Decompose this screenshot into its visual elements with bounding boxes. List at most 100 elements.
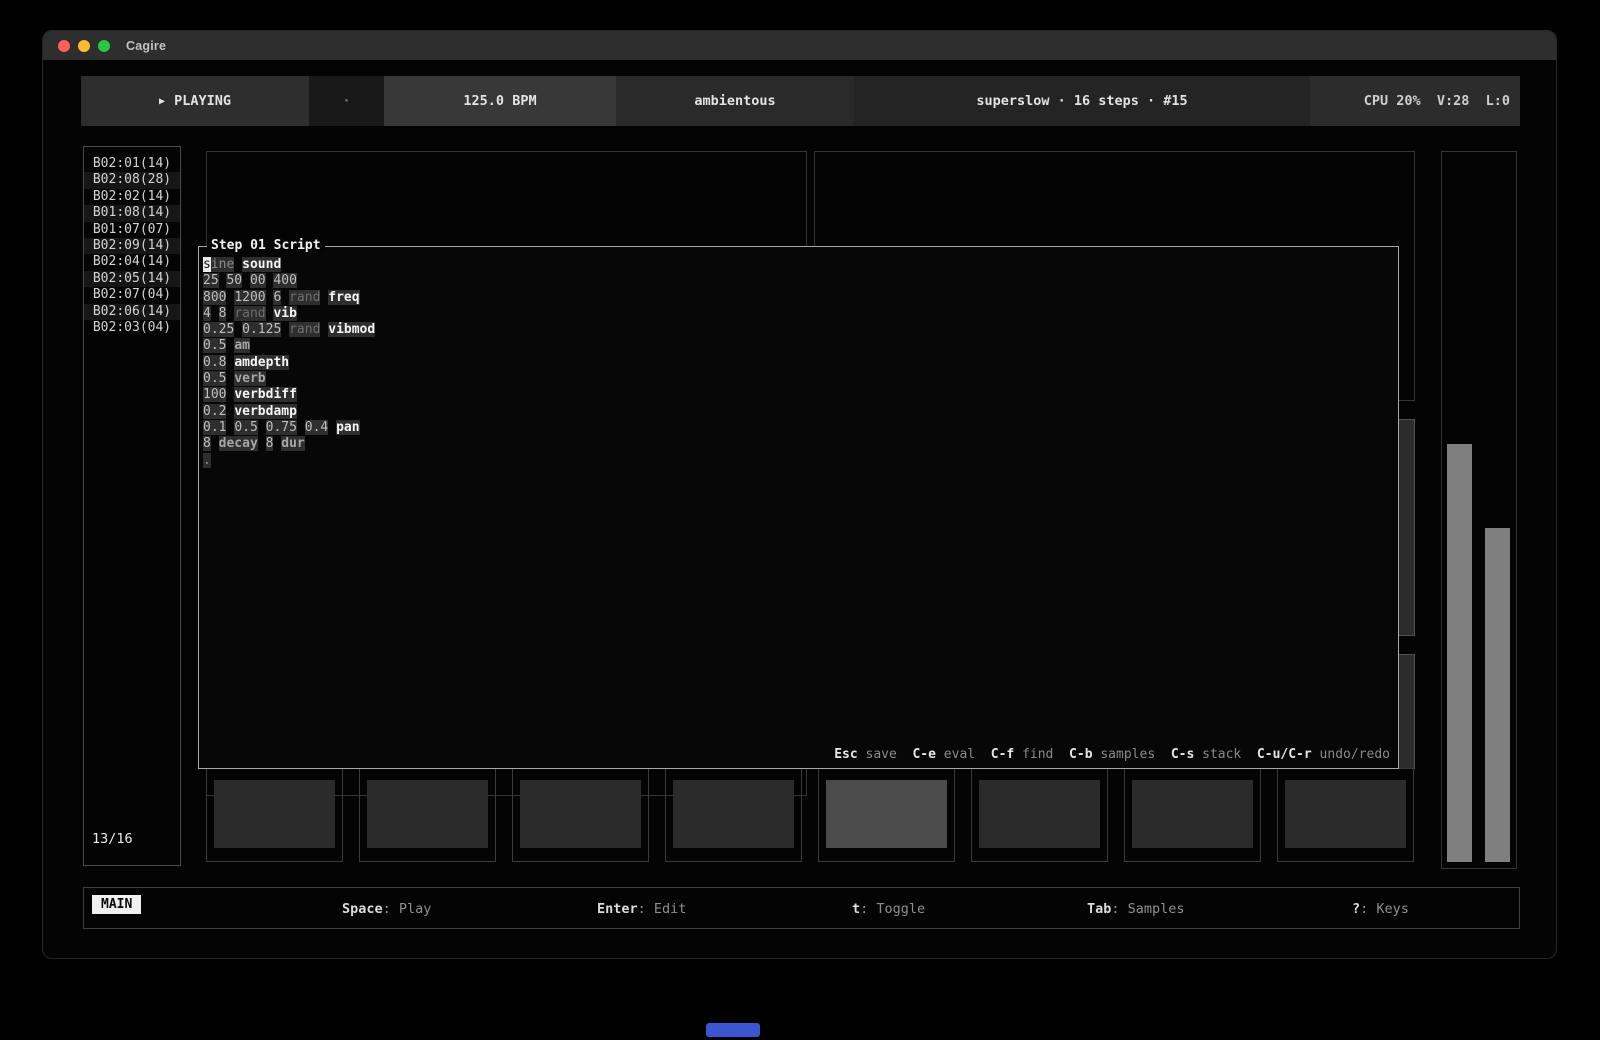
script-token: verbdiff [234, 387, 297, 402]
bpm-display[interactable]: 125.0 BPM [384, 76, 616, 126]
zoom-button-icon[interactable] [98, 40, 110, 52]
title-bar[interactable]: Cagire [43, 31, 1556, 60]
bottom-keybind-edit: Enter: Edit [597, 901, 686, 917]
script-token: . [203, 453, 211, 468]
help-key: C-u/C-r [1257, 747, 1312, 762]
script-token: 8 [203, 436, 211, 451]
script-token: 800 [203, 290, 226, 305]
sample-list-item[interactable]: B02:02(14) [84, 189, 180, 205]
metronome-dot: · [309, 76, 384, 126]
editor-keybind-help: Esc save C-e eval C-f find C-b samples C… [834, 747, 1390, 762]
script-token: 25 [203, 273, 219, 288]
script-token: verbdamp [234, 404, 297, 419]
window-title: Cagire [126, 39, 166, 53]
sample-list-item[interactable]: B02:04(14) [84, 254, 180, 270]
step-position-label: 13/16 [92, 831, 133, 847]
level-meter-bar-right [1485, 528, 1510, 862]
script-token: 6 [273, 290, 281, 305]
step-cell[interactable] [512, 768, 649, 862]
pattern-display[interactable]: superslow · 16 steps · #15 [854, 76, 1310, 126]
script-token: 50 [226, 273, 242, 288]
minimize-button-icon[interactable] [78, 40, 90, 52]
script-token: freq [328, 290, 359, 305]
editor-title: Step 01 Script [207, 238, 325, 253]
script-token: 0.1 [203, 420, 226, 435]
bottom-keybind-samples: Tab: Samples [1087, 901, 1185, 917]
step-cell[interactable] [1124, 768, 1261, 862]
script-token: 0.4 [305, 420, 328, 435]
script-line: 0.2 verbdamp [203, 404, 1398, 420]
transport-status[interactable]: ▶ PLAYING [81, 76, 309, 126]
script-token: 0.5 [234, 420, 257, 435]
sample-list: B02:01(14)B02:08(28)B02:02(14)B01:08(14)… [84, 156, 180, 336]
help-label: save [858, 747, 897, 762]
sample-list-item[interactable]: B02:06(14) [84, 304, 180, 320]
script-token: vib [273, 306, 296, 321]
sample-list-item[interactable]: B02:03(04) [84, 320, 180, 336]
help-label: stack [1194, 747, 1241, 762]
sample-list-item[interactable]: B02:09(14) [84, 238, 180, 254]
script-token: 0.8 [203, 355, 226, 370]
script-line: sine sound [203, 257, 1398, 273]
step-cell[interactable] [665, 768, 802, 862]
system-stats: CPU 20% V:28 L:0 [1310, 76, 1520, 126]
dock-indicator[interactable] [706, 1023, 760, 1037]
app-window: Cagire ▶ PLAYING · 125.0 BPM ambientous … [42, 30, 1557, 959]
script-line: 0.8 amdepth [203, 355, 1398, 371]
script-token: 400 [273, 273, 296, 288]
sample-list-item[interactable]: B01:07(07) [84, 222, 180, 238]
script-token: rand [234, 306, 265, 321]
sample-list-item[interactable]: B02:05(14) [84, 271, 180, 287]
close-button-icon[interactable] [58, 40, 70, 52]
script-line: . [203, 453, 1398, 469]
bottom-keybind-toggle: t: Toggle [852, 901, 925, 917]
sample-list-item[interactable]: B01:08(14) [84, 205, 180, 221]
step-cell[interactable] [206, 768, 343, 862]
mode-badge: MAIN [92, 895, 141, 914]
script-line: 800 1200 6 rand freq [203, 290, 1398, 306]
script-line: 0.5 verb [203, 371, 1398, 387]
traffic-lights [58, 40, 110, 52]
step-cell-fill [673, 780, 794, 848]
level-meter-bar-left [1447, 444, 1472, 862]
editor-body[interactable]: sine sound25 50 00 400800 1200 6 rand fr… [199, 247, 1398, 469]
help-label: undo/redo [1312, 747, 1390, 762]
step-cell[interactable] [1277, 768, 1414, 862]
script-token: 4 [203, 306, 211, 321]
step-cell-fill [1132, 780, 1253, 848]
bottom-status-bar: MAIN Space: PlayEnter: Editt: ToggleTab:… [83, 887, 1520, 929]
scale-display[interactable]: ambientous [616, 76, 854, 126]
step-cell-fill [979, 780, 1100, 848]
script-token: 0.125 [242, 322, 281, 337]
script-token: 0.2 [203, 404, 226, 419]
step-cell[interactable] [971, 768, 1108, 862]
help-key: C-b [1069, 747, 1092, 762]
script-token: sound [242, 257, 281, 272]
script-line: 0.5 am [203, 338, 1398, 354]
script-token: verb [234, 371, 265, 386]
step-cell[interactable] [359, 768, 496, 862]
help-label: eval [936, 747, 975, 762]
transport-label: PLAYING [174, 93, 231, 109]
script-token: 100 [203, 387, 226, 402]
help-key: C-f [991, 747, 1014, 762]
script-token: 0.75 [266, 420, 297, 435]
sample-list-panel: B02:01(14)B02:08(28)B02:02(14)B01:08(14)… [83, 146, 181, 866]
script-token: ine [211, 257, 234, 272]
script-token: 0.25 [203, 322, 234, 337]
step-cell-active[interactable] [818, 768, 955, 862]
script-line: 25 50 00 400 [203, 273, 1398, 289]
step-script-editor[interactable]: Step 01 Script sine sound25 50 00 400800… [198, 246, 1399, 769]
sample-list-item[interactable]: B02:01(14) [84, 156, 180, 172]
sample-list-item[interactable]: B02:07(04) [84, 287, 180, 303]
script-line: 4 8 rand vib [203, 306, 1398, 322]
sample-list-item[interactable]: B02:08(28) [84, 172, 180, 188]
script-line: 0.25 0.125 rand vibmod [203, 322, 1398, 338]
step-cell-fill [214, 780, 335, 848]
desktop: { "window": { "title": "Cagire" }, "colo… [0, 0, 1600, 1040]
step-cell-fill [520, 780, 641, 848]
script-token: 1200 [234, 290, 265, 305]
script-token: am [234, 338, 250, 353]
script-token: 8 [219, 306, 227, 321]
editor-cursor: s [203, 257, 211, 272]
